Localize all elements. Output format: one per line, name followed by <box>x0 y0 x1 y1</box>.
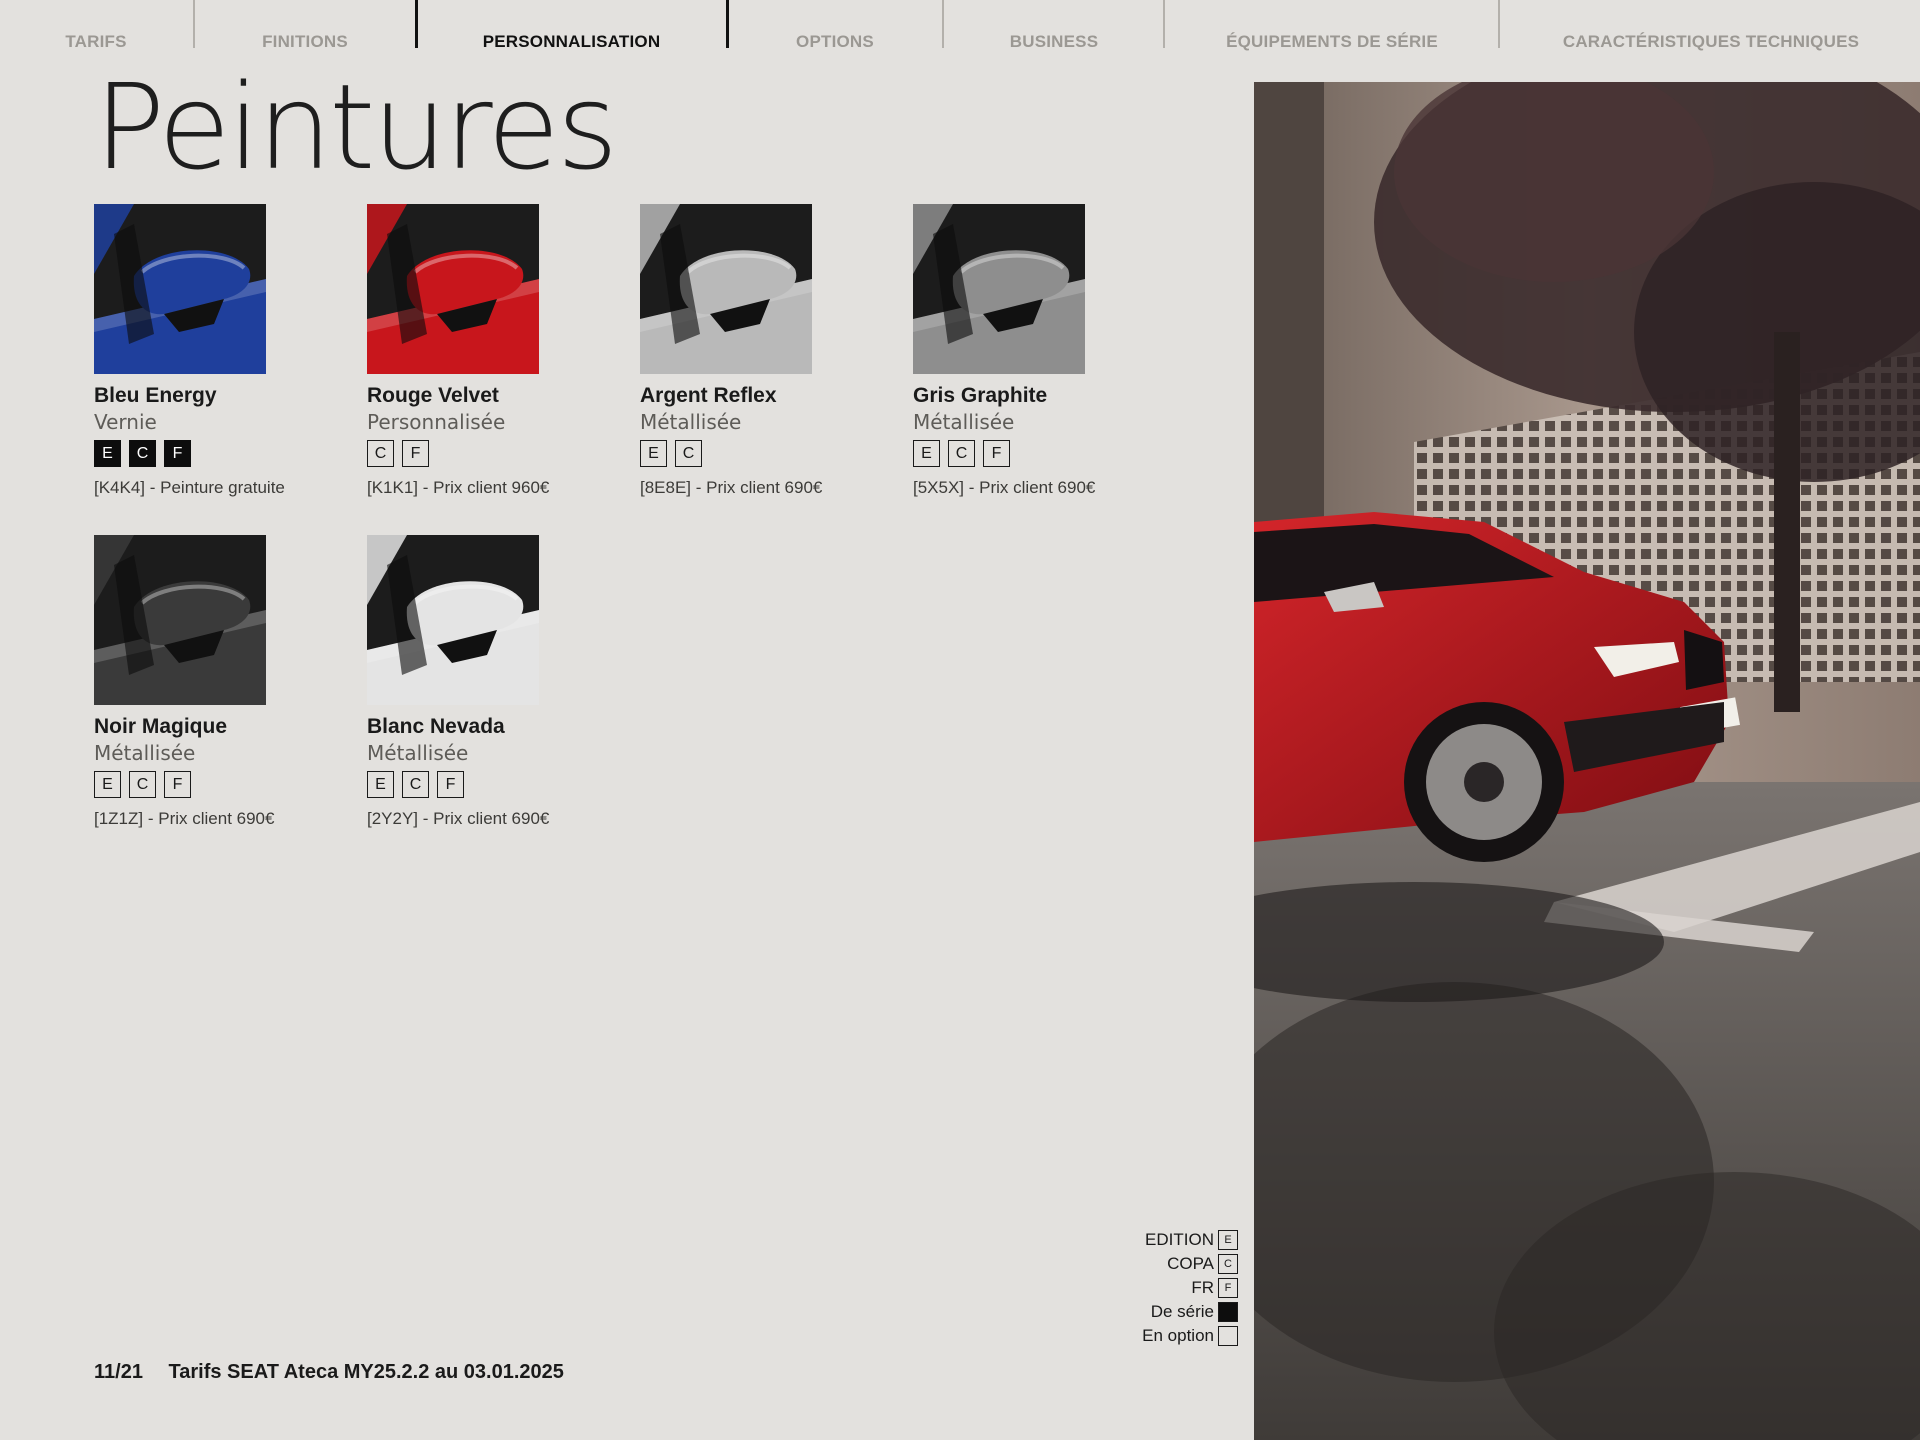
paint-finish-type: Personnalisée <box>367 410 506 435</box>
legend-standard-box <box>1218 1302 1238 1322</box>
mirror-image <box>913 204 1085 374</box>
paint-finish-type: Métallisée <box>913 410 1015 435</box>
paint-card-argent-reflex[interactable]: Argent Reflex Métallisée E C [8E8E] - Prix c… <box>640 204 900 498</box>
trim-availability-badges: ECF <box>94 771 354 799</box>
trim-availability-badges: ECF <box>913 440 1173 468</box>
top-navigation: TARIFS FINITIONS PERSONNALISATION OPTION… <box>0 0 1920 50</box>
mirror-image <box>94 535 266 705</box>
paint-code-price: [K4K4] - Peinture gratuite <box>94 478 285 498</box>
paint-swatch-gris-graphite[interactable] <box>913 204 1085 374</box>
paint-name: Gris Graphite <box>913 384 1048 407</box>
paint-card-bleu-energy[interactable]: Bleu Energy Vernie E C F [K4K4] - Peinture gr… <box>94 204 354 498</box>
mirror-image <box>94 204 266 374</box>
paint-code-price: [1Z1Z] - Prix client 690€ <box>94 809 275 829</box>
trim-availability-badges: CF <box>367 440 627 468</box>
nav-separator <box>1498 0 1500 48</box>
car-photo <box>1254 82 1920 1440</box>
nav-tab-personnalisation[interactable]: PERSONNALISATION <box>420 0 723 50</box>
legend-fr: FR F <box>1038 1276 1238 1300</box>
trim-badge-c: C <box>402 771 429 799</box>
trim-badge-f: F <box>402 440 429 468</box>
nav-separator-active-right <box>726 0 729 48</box>
trim-availability-badges: ECF <box>367 771 627 799</box>
paint-finish-type: Vernie <box>94 410 157 435</box>
paint-name: Bleu Energy <box>94 384 217 407</box>
nav-separator-active-left <box>415 0 418 48</box>
trim-badge-f: F <box>164 440 191 468</box>
paint-code-price: [5X5X] - Prix client 690€ <box>913 478 1096 498</box>
legend-standard: De série <box>1038 1300 1238 1324</box>
car-photo-illustration <box>1254 82 1920 1440</box>
legend-option: En option <box>1038 1324 1238 1348</box>
mirror-image <box>640 204 812 374</box>
paint-code-price: [K1K1] - Prix client 960€ <box>367 478 550 498</box>
nav-separator <box>942 0 944 48</box>
trim-badge-e: E <box>367 771 394 799</box>
paint-finish-type: Métallisée <box>94 741 196 766</box>
nav-separator <box>1163 0 1165 48</box>
paint-name: Blanc Nevada <box>367 715 505 738</box>
trim-badge-f: F <box>983 440 1010 468</box>
trim-availability-badges: EC <box>640 440 900 468</box>
paint-finish-type: Métallisée <box>367 741 469 766</box>
legend-fr-box: F <box>1218 1278 1238 1298</box>
trim-badge-e: E <box>94 771 121 799</box>
paint-swatch-blanc-nevada[interactable] <box>367 535 539 705</box>
nav-separator <box>193 0 195 48</box>
paint-swatch-noir-magique[interactable] <box>94 535 266 705</box>
paint-name: Argent Reflex <box>640 384 777 407</box>
paint-name: Noir Magique <box>94 715 228 738</box>
page-title: Peintures <box>94 58 618 196</box>
trim-badge-c: C <box>367 440 394 468</box>
trim-badge-c: C <box>129 440 156 468</box>
nav-tab-tarifs[interactable]: TARIFS <box>30 0 162 50</box>
paint-code-price: [2Y2Y] - Prix client 690€ <box>367 809 550 829</box>
nav-tab-equipements-de-serie[interactable]: ÉQUIPEMENTS DE SÉRIE <box>1166 0 1498 50</box>
trim-badge-e: E <box>913 440 940 468</box>
trim-badge-c: C <box>129 771 156 799</box>
nav-tab-business[interactable]: BUSINESS <box>945 0 1163 50</box>
footer: 11/21 Tarifs SEAT Ateca MY25.2.2 au 03.0… <box>94 1361 564 1384</box>
paint-card-rouge-velvet[interactable]: Rouge Velvet Personnalisée C F [K1K1] - Prix… <box>367 204 627 498</box>
nav-tab-options[interactable]: OPTIONS <box>730 0 940 50</box>
trim-availability-badges: ECF <box>94 440 354 468</box>
trim-badge-c: C <box>675 440 702 468</box>
legend: EDITION E COPA C FR F De série En option <box>1038 1228 1238 1348</box>
paint-card-noir-magique[interactable]: Noir Magique Métallisée E C F [1Z1Z] - Prix c… <box>94 535 354 829</box>
nav-tab-finitions[interactable]: FINITIONS <box>205 0 405 50</box>
paint-swatch-rouge-velvet[interactable] <box>367 204 539 374</box>
legend-option-box <box>1218 1326 1238 1346</box>
footer-title: Tarifs SEAT Ateca MY25.2.2 au 03.01.2025 <box>168 1361 564 1383</box>
paint-card-blanc-nevada[interactable]: Blanc Nevada Métallisée E C F [2Y2Y] - Prix c… <box>367 535 627 829</box>
legend-edition: EDITION E <box>1038 1228 1238 1252</box>
trim-badge-f: F <box>437 771 464 799</box>
trim-badge-f: F <box>164 771 191 799</box>
legend-edition-box: E <box>1218 1230 1238 1250</box>
paint-name: Rouge Velvet <box>367 384 499 407</box>
trim-badge-c: C <box>948 440 975 468</box>
legend-copa: COPA C <box>1038 1252 1238 1276</box>
paint-card-gris-graphite[interactable]: Gris Graphite Métallisée E C F [5X5X] - Prix … <box>913 204 1173 498</box>
trim-badge-e: E <box>94 440 121 468</box>
nav-tab-caracteristiques-techniques[interactable]: CARACTÉRISTIQUES TECHNIQUES <box>1502 0 1920 50</box>
paint-swatch-argent-reflex[interactable] <box>640 204 812 374</box>
paint-swatch-bleu-energy[interactable] <box>94 204 266 374</box>
legend-copa-box: C <box>1218 1254 1238 1274</box>
trim-badge-e: E <box>640 440 667 468</box>
mirror-image <box>367 535 539 705</box>
paint-code-price: [8E8E] - Prix client 690€ <box>640 478 823 498</box>
mirror-image <box>367 204 539 374</box>
paint-finish-type: Métallisée <box>640 410 742 435</box>
page-number: 11/21 <box>94 1361 143 1383</box>
